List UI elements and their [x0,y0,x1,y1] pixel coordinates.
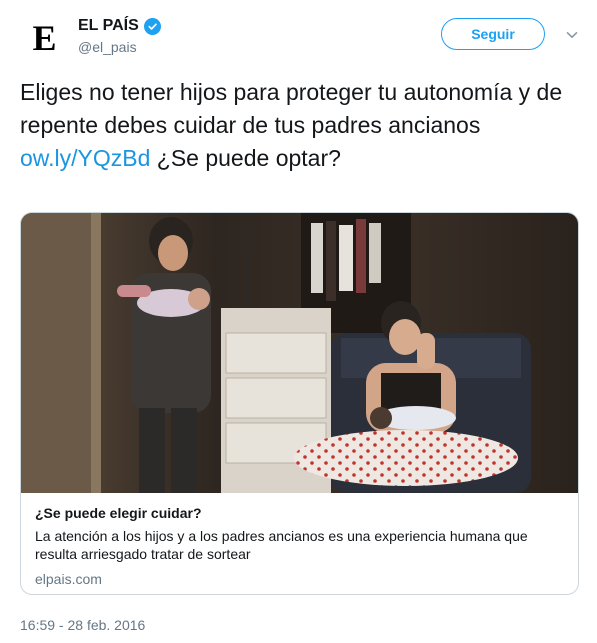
tweet-timestamp[interactable]: 16:59 - 28 feb. 2016 [20,617,145,633]
account-names[interactable]: EL PAÍS @el_pais [78,17,161,55]
tweet-text: Eliges no tener hijos para proteger tu a… [20,76,580,175]
card-image[interactable] [21,213,578,493]
chevron-down-icon[interactable] [565,28,579,42]
tweet-header: E EL PAÍS @el_pais Seguir [20,14,580,62]
link-card[interactable]: ¿Se puede elegir cuidar? La atención a l… [20,212,579,595]
card-title: ¿Se puede elegir cuidar? [35,505,202,521]
avatar-logo: E [32,18,56,58]
card-description: La atención a los hijos y a los padres a… [35,528,528,562]
follow-button[interactable]: Seguir [441,18,545,50]
tweet-text-part: Eliges no tener hijos para proteger tu a… [20,79,563,138]
display-name[interactable]: EL PAÍS [78,17,139,35]
account-handle[interactable]: @el_pais [78,39,161,55]
card-domain: elpais.com [35,571,102,587]
tweet-text-part: ¿Se puede optar? [150,145,341,171]
tweet-link[interactable]: ow.ly/YQzBd [20,145,150,171]
avatar[interactable]: E [20,14,68,62]
verified-badge-icon [143,17,161,35]
card-body[interactable]: ¿Se puede elegir cuidar? La atención a l… [35,505,565,587]
